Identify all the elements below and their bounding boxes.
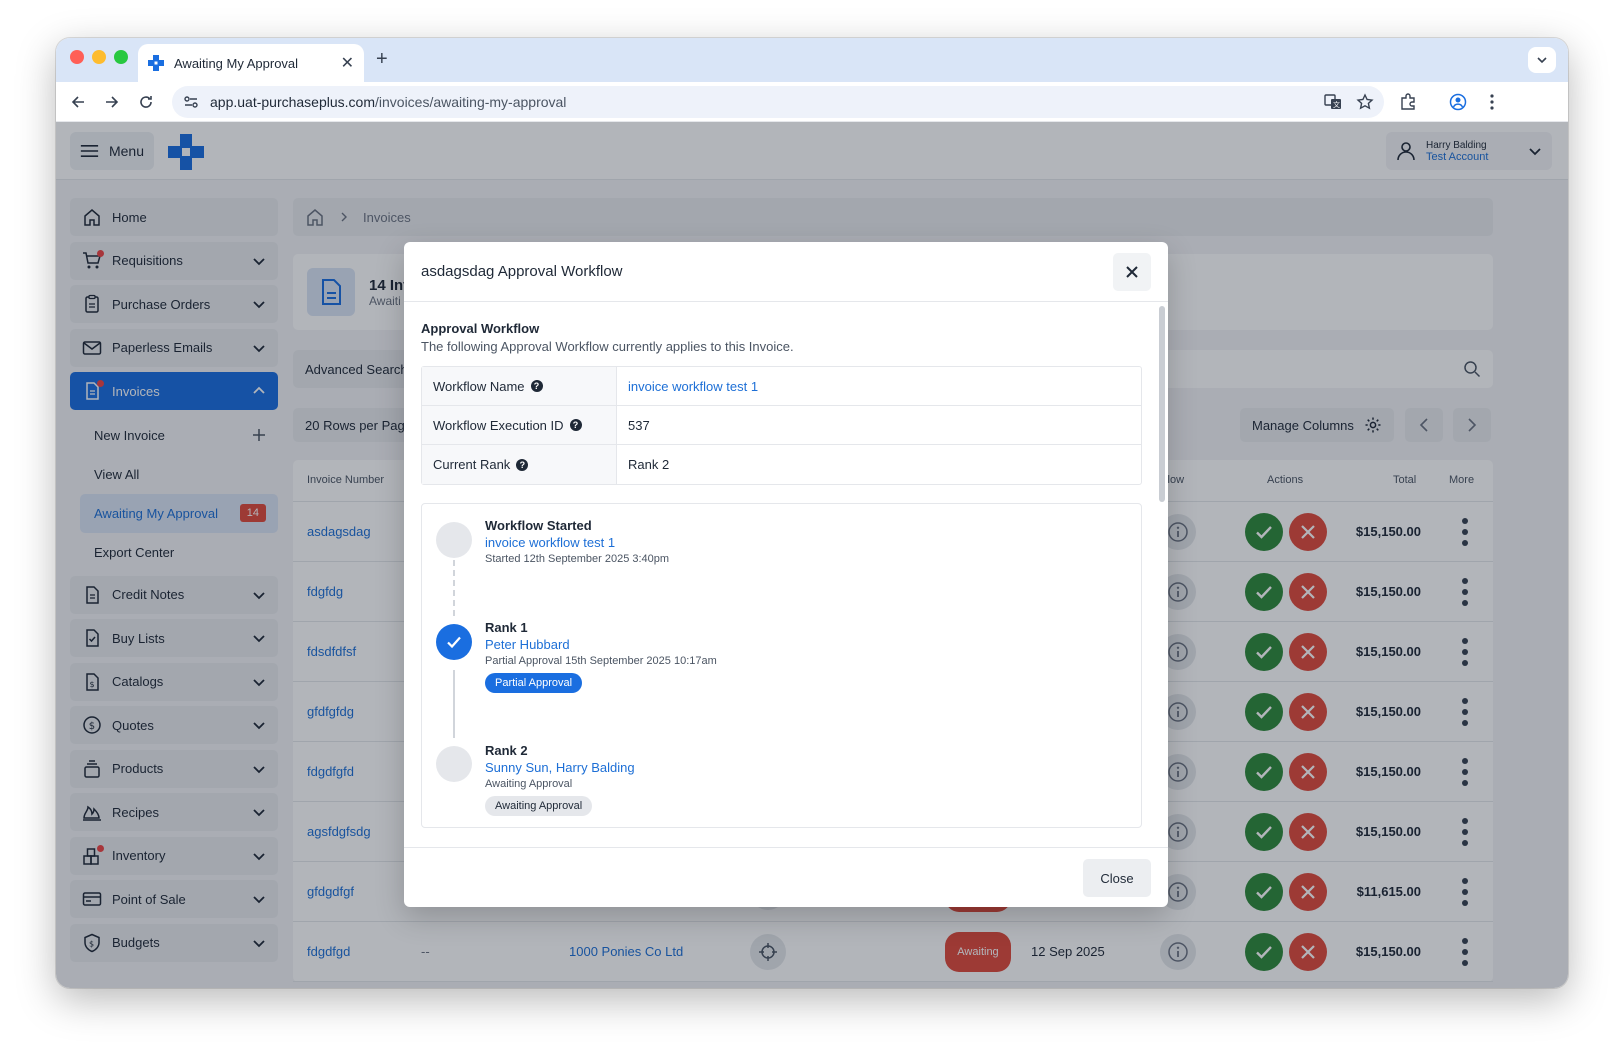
browser-toolbar: app.uat-purchaseplus.com/invoices/awaiti… [56,82,1568,122]
modal-title: asdagsdag Approval Workflow [421,263,623,280]
site-settings-icon[interactable] [182,93,200,111]
bookmark-star-icon[interactable] [1356,93,1374,111]
tab-bar: Awaiting My Approval ✕ + [56,38,1568,82]
forward-button[interactable] [100,90,124,114]
field-label: Workflow Name? [422,367,617,405]
field-label-text: Workflow Name [433,378,525,394]
purchaseplus-favicon-icon [148,55,164,71]
timeline-connector [453,560,455,616]
modal-footer: Close [404,847,1168,907]
timeline-step-meta: Started 12th September 2025 3:40pm [485,553,670,565]
profile-button[interactable] [1446,90,1470,114]
browser-menu-button[interactable] [1480,90,1504,114]
back-button[interactable] [66,90,90,114]
field-label: Workflow Execution ID? [422,406,617,444]
timeline-node-complete [436,624,472,660]
modal-scrollbar[interactable] [1159,306,1165,502]
timeline-step-title: Rank 2 [485,743,528,758]
extensions-button[interactable] [1396,90,1420,114]
minimize-window-button[interactable] [92,50,106,64]
kebab-menu-icon [1490,94,1494,110]
field-label-text: Current Rank [433,457,511,472]
reload-button[interactable] [134,90,158,114]
app-viewport: Menu Harry Balding Test Account Home Req… [56,122,1568,988]
timeline-connector [453,670,455,738]
maximize-window-button[interactable] [114,50,128,64]
help-icon[interactable]: ? [569,419,582,431]
partial-approval-badge: Partial Approval [485,673,583,693]
timeline-node-pending [436,746,472,782]
timeline-step-title: Rank 1 [485,620,528,635]
timeline-step-meta: Partial Approval 15th September 2025 10:… [485,655,717,667]
timeline-step-link[interactable]: Peter Hubbard [485,637,717,652]
arrow-right-icon [106,96,119,108]
tab-close-icon[interactable]: ✕ [341,53,354,73]
reload-icon [140,96,152,108]
timeline-step-rank-1: Rank 1 Peter Hubbard Partial Approval 15… [485,620,717,693]
approval-workflow-modal: asdagsdag Approval Workflow Approval Wor… [404,242,1168,907]
timeline-step-started: Workflow Started invoice workflow test 1… [485,518,669,565]
close-button[interactable]: Close [1083,859,1151,897]
modal-close-button[interactable] [1113,252,1151,291]
awaiting-approval-badge: Awaiting Approval [485,796,593,816]
timeline-step-title: Workflow Started [485,518,592,533]
check-icon [447,636,461,649]
tab-search-button[interactable] [1528,47,1556,73]
current-rank-row: Current Rank? Rank 2 [422,445,1141,484]
url-host: app.uat-purchaseplus.com [210,94,375,110]
tab-title: Awaiting My Approval [174,55,299,71]
help-icon[interactable]: ? [516,458,529,471]
modal-body: Approval Workflow The following Approval… [404,303,1158,846]
workflow-name-link[interactable]: invoice workflow test 1 [617,367,1141,405]
workflow-timeline: Workflow Started invoice workflow test 1… [421,503,1142,828]
timeline-node-pending [436,522,472,558]
section-description: The following Approval Workflow currentl… [421,339,794,354]
chevron-down-icon [1537,57,1547,64]
field-label-text: Workflow Execution ID [433,417,564,433]
timeline-step-rank-2: Rank 2 Sunny Sun, Harry Balding Awaiting… [485,743,635,816]
timeline-step-link[interactable]: Sunny Sun, Harry Balding [485,760,635,775]
help-icon[interactable]: ? [530,380,543,392]
modal-header: asdagsdag Approval Workflow [404,242,1168,302]
svg-text:文: 文 [1333,100,1340,109]
field-label: Current Rank? [422,445,617,484]
workflow-execution-id-value: 537 [628,417,650,433]
address-bar[interactable]: app.uat-purchaseplus.com/invoices/awaiti… [172,86,1384,118]
close-icon [1126,265,1138,278]
close-window-button[interactable] [70,50,84,64]
browser-window: Awaiting My Approval ✕ + app.uat-purchas… [56,38,1568,988]
workflow-name-row: Workflow Name? invoice workflow test 1 [422,367,1141,406]
section-title: Approval Workflow [421,321,540,336]
translate-icon[interactable]: 文 [1324,93,1342,111]
workflow-details-table: Workflow Name? invoice workflow test 1 W… [421,366,1142,485]
profile-icon [1449,93,1467,111]
timeline-step-link[interactable]: invoice workflow test 1 [485,535,669,550]
workflow-execution-id-row: Workflow Execution ID? 537 [422,406,1141,445]
puzzle-icon [1401,93,1415,110]
timeline-step-meta: Awaiting Approval [485,778,573,790]
url-path: /invoices/awaiting-my-approval [375,94,567,110]
current-rank-value: Rank 2 [628,457,670,472]
browser-tab[interactable]: Awaiting My Approval ✕ [138,44,364,82]
url-text: app.uat-purchaseplus.com/invoices/awaiti… [210,94,1324,110]
new-tab-button[interactable]: + [376,48,388,71]
arrow-left-icon [71,96,84,108]
